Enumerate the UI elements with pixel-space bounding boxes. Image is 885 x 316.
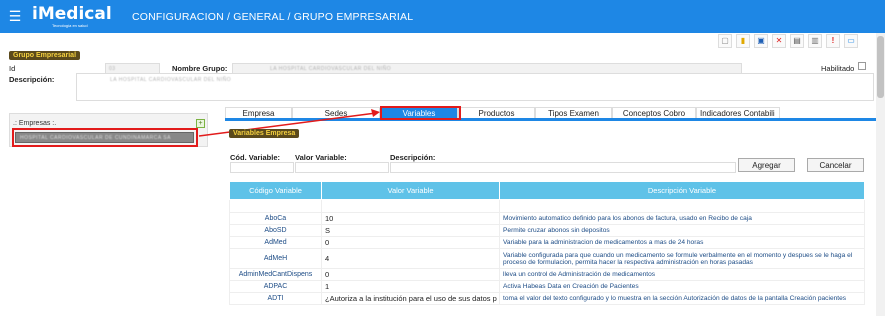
cell-code: AboSD [229, 224, 322, 237]
cell-code: ADTI [229, 292, 322, 305]
variables-section-label: Variables Empresa [229, 129, 300, 138]
cell-code: AdMeH [229, 248, 322, 269]
cell-desc: Movimiento automatico definido para los … [499, 212, 865, 225]
col-valor-variable[interactable]: Valor Variable [321, 181, 500, 200]
cell-desc: Activa Habeas Data en Creación de Pacien… [499, 280, 865, 293]
table-row[interactable]: ADTI ¿Autoriza a la institución para el … [229, 292, 865, 305]
valor-variable-label: Valor Variable: [295, 153, 347, 162]
descripcion-variable-label: Descripción: [390, 153, 436, 162]
scrollbar-thumb[interactable] [877, 36, 884, 98]
cancelar-button[interactable]: Cancelar [807, 158, 864, 172]
cell-value[interactable]: S [321, 224, 500, 237]
agregar-button[interactable]: Agregar [738, 158, 795, 172]
table-row[interactable]: AdMeH 4 Variable configurada para que cu… [229, 248, 865, 269]
variables-table: Código Variable Valor Variable Descripci… [229, 181, 865, 305]
cell-code: AboCa [229, 212, 322, 225]
cod-variable-input[interactable] [230, 162, 294, 173]
cell-desc: toma el valor del texto configurado y lo… [499, 292, 865, 305]
filter-valor[interactable] [321, 199, 500, 213]
table-row[interactable]: AboCa 10 Movimiento automatico definido … [229, 212, 865, 225]
cell-value[interactable]: 0 [321, 268, 500, 281]
cell-desc: Permite cruzar abonos sin depositos [499, 224, 865, 237]
cell-code: ADPAC [229, 280, 322, 293]
col-codigo-variable[interactable]: Código Variable [229, 181, 322, 200]
cell-desc: Variable para la administracion de medic… [499, 236, 865, 249]
cell-value[interactable]: 0 [321, 236, 500, 249]
valor-variable-input[interactable] [295, 162, 389, 173]
cell-code: AdMed [229, 236, 322, 249]
table-row[interactable]: AboSD S Permite cruzar abonos sin deposi… [229, 224, 865, 237]
descripcion-variable-input[interactable] [390, 162, 736, 173]
cell-value[interactable]: 10 [321, 212, 500, 225]
cell-desc: lleva un control de Administración de me… [499, 268, 865, 281]
table-row[interactable]: ADPAC 1 Activa Habeas Data en Creación d… [229, 280, 865, 293]
filter-row [229, 199, 865, 213]
cod-variable-label: Cód. Variable: [230, 153, 281, 162]
cell-value[interactable]: ¿Autoriza a la institución para el uso d… [321, 292, 500, 305]
cell-value[interactable]: 4 [321, 248, 500, 269]
table-row[interactable]: AdMed 0 Variable para la administracion … [229, 236, 865, 249]
filter-codigo[interactable] [229, 199, 322, 213]
table-row[interactable]: AdminMedCantDispens 0 lleva un control d… [229, 268, 865, 281]
col-descripcion-variable[interactable]: Descripción Variable [499, 181, 865, 200]
cell-code: AdminMedCantDispens [229, 268, 322, 281]
cell-desc: Variable configurada para que cuando un … [499, 248, 865, 269]
cell-value[interactable]: 1 [321, 280, 500, 293]
filter-descripcion[interactable] [499, 199, 865, 213]
